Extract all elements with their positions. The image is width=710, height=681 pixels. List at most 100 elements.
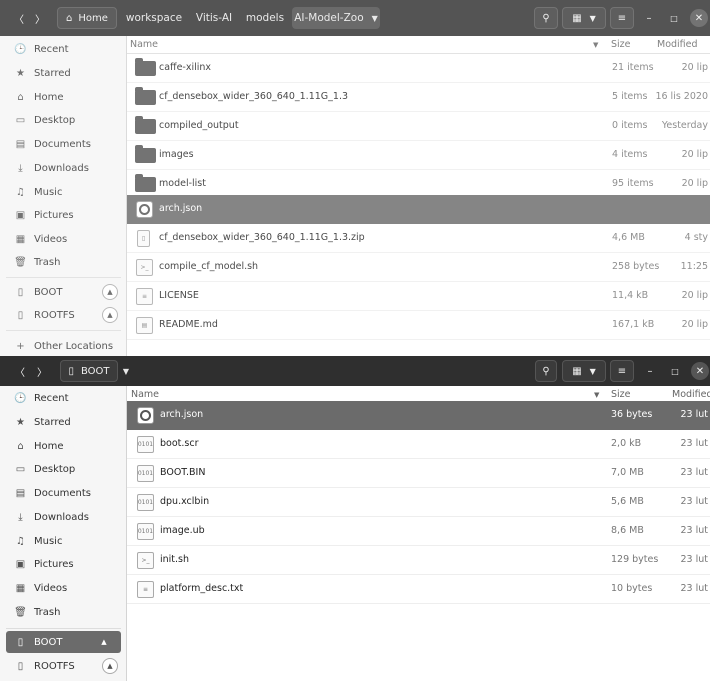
search-icon: ⚲	[542, 365, 550, 377]
sidebar-item-trash[interactable]: 🗑 Trash	[0, 601, 127, 623]
back-button[interactable]: 〈	[9, 7, 29, 29]
file-manager-window-boot: 〈 〉 ▯ BOOT ▼ ⚲ ▦ ▼ ≡ – □ ✕ 🕒 Recent ★ Starre…	[0, 356, 710, 681]
sidebar-divider	[6, 277, 121, 278]
eject-icon[interactable]: ▲	[102, 307, 118, 323]
drive-icon: ▯	[68, 365, 74, 377]
hamburger-icon: ≡	[617, 365, 627, 377]
documents-icon: ▤	[15, 487, 26, 499]
sidebar-item-boot-selected[interactable]: ▯ BOOT ▲	[6, 631, 121, 653]
sort-chevron-icon: ▼	[593, 41, 599, 49]
close-button[interactable]: ✕	[690, 9, 708, 27]
column-name[interactable]: Name	[130, 39, 158, 50]
plus-icon: +	[16, 340, 25, 352]
forward-button[interactable]: 〉	[32, 360, 52, 382]
folder-icon	[135, 116, 156, 134]
sidebar-divider	[6, 330, 121, 331]
minimize-button[interactable]: –	[640, 7, 658, 29]
column-header: Name ▼ Size Modified	[127, 36, 710, 54]
file-row[interactable]: 0101 image.ub 8,6 MB 23 lut	[127, 517, 710, 546]
pictures-icon: ▣	[15, 209, 26, 221]
minimize-button[interactable]: –	[641, 360, 659, 382]
location-boot[interactable]: ▯ BOOT	[60, 360, 118, 382]
search-button[interactable]: ⚲	[534, 7, 558, 29]
sidebar-item-starred[interactable]: ★ Starred	[0, 62, 127, 84]
star-icon: ★	[16, 416, 25, 428]
breadcrumb-ai-model-zoo[interactable]: AI-Model-Zoo ▼	[292, 7, 380, 29]
column-modified[interactable]: Modified	[672, 389, 710, 400]
sidebar-item-home[interactable]: ⌂ Home	[0, 86, 127, 108]
file-row[interactable]: ▯ cf_densebox_wider_360_640_1.11G_1.3.zi…	[127, 224, 710, 253]
file-row[interactable]: 0101 boot.scr 2,0 kB 23 lut	[127, 430, 710, 459]
eject-icon[interactable]: ▲	[96, 634, 112, 650]
file-row[interactable]: ▤ README.md 167,1 kB 20 lip	[127, 311, 710, 340]
sidebar-item-home[interactable]: ⌂ Home	[0, 435, 127, 457]
chevron-down-icon: ▼	[122, 366, 130, 376]
minimize-icon: –	[646, 12, 652, 24]
file-row[interactable]: compiled_output 0 items Yesterday	[127, 112, 710, 141]
sidebar-item-downloads[interactable]: ⤓ Downloads	[0, 506, 127, 528]
breadcrumb-workspace[interactable]: workspace	[124, 7, 184, 29]
breadcrumb-home[interactable]: ⌂ Home	[57, 7, 117, 29]
sidebar-item-rootfs[interactable]: ▯ ROOTFS ▲	[0, 655, 127, 677]
sidebar-item-videos[interactable]: ▦ Videos	[0, 577, 127, 599]
file-row[interactable]: caffe-xilinx 21 items 20 lip	[127, 54, 710, 83]
column-size[interactable]: Size	[611, 389, 631, 400]
sidebar-item-desktop[interactable]: ▭ Desktop	[0, 109, 127, 131]
file-row[interactable]: images 4 items 20 lip	[127, 141, 710, 170]
column-name[interactable]: Name	[131, 389, 159, 400]
maximize-button[interactable]: □	[666, 360, 684, 382]
close-button[interactable]: ✕	[691, 362, 709, 380]
file-row[interactable]: >_ init.sh 129 bytes 23 lut	[127, 546, 710, 575]
eject-icon[interactable]: ▲	[102, 658, 118, 674]
sidebar-item-other-locations[interactable]: + Other Locations	[0, 335, 127, 356]
maximize-button[interactable]: □	[665, 7, 683, 29]
close-icon: ✕	[695, 365, 705, 377]
dropdown-icon: ▼	[371, 13, 378, 23]
column-size[interactable]: Size	[611, 39, 631, 50]
file-row[interactable]: 0101 BOOT.BIN 7,0 MB 23 lut	[127, 459, 710, 488]
location-dropdown[interactable]: ▼	[118, 360, 134, 382]
chevron-down-icon: ▼	[589, 13, 596, 23]
sidebar-item-boot[interactable]: ▯ BOOT ▲	[0, 281, 127, 303]
file-row[interactable]: >_ compile_cf_model.sh 258 bytes 11:25	[127, 253, 710, 282]
view-toggle-button[interactable]: ▦ ▼	[562, 7, 606, 29]
pictures-icon: ▣	[15, 558, 26, 570]
menu-button[interactable]: ≡	[610, 360, 634, 382]
file-row[interactable]: ≡ LICENSE 11,4 kB 20 lip	[127, 282, 710, 311]
file-row[interactable]: ≡ platform_desc.txt 10 bytes 23 lut	[127, 575, 710, 604]
file-row-selected[interactable]: arch.json 36 bytes 23 lut	[127, 401, 710, 430]
search-button[interactable]: ⚲	[535, 360, 557, 382]
sidebar-item-pictures[interactable]: ▣ Pictures	[0, 553, 127, 575]
maximize-icon: □	[670, 13, 678, 23]
file-row-selected[interactable]: arch.json	[127, 195, 710, 224]
breadcrumb-models[interactable]: models	[243, 7, 287, 29]
forward-button[interactable]: 〉	[30, 7, 50, 29]
sidebar-item-music[interactable]: ♫ Music	[0, 181, 127, 203]
sidebar-item-recent[interactable]: 🕒 Recent	[0, 387, 127, 409]
sidebar-item-music[interactable]: ♫ Music	[0, 530, 127, 552]
file-row[interactable]: 0101 dpu.xclbin 5,6 MB 23 lut	[127, 488, 710, 517]
sidebar-item-rootfs[interactable]: ▯ ROOTFS ▲	[0, 304, 127, 326]
menu-button[interactable]: ≡	[610, 7, 634, 29]
sidebar-item-videos[interactable]: ▦ Videos	[0, 228, 127, 250]
json-file-icon	[137, 407, 154, 424]
sidebar-item-documents[interactable]: ▤ Documents	[0, 482, 127, 504]
back-button[interactable]: 〈	[10, 360, 30, 382]
sidebar-item-trash[interactable]: 🗑 Trash	[0, 251, 127, 273]
eject-icon[interactable]: ▲	[102, 284, 118, 300]
sidebar-item-documents[interactable]: ▤ Documents	[0, 133, 127, 155]
sidebar-item-desktop[interactable]: ▭ Desktop	[0, 458, 127, 480]
star-icon: ★	[16, 67, 25, 79]
column-modified[interactable]: Modified	[657, 39, 698, 50]
text-file-icon: ≡	[136, 288, 153, 305]
trash-icon: 🗑	[14, 606, 27, 618]
chevron-down-icon: ▼	[589, 366, 596, 376]
sidebar-item-starred[interactable]: ★ Starred	[0, 411, 127, 433]
file-row[interactable]: cf_densebox_wider_360_640_1.11G_1.3 5 it…	[127, 83, 710, 112]
sidebar-item-pictures[interactable]: ▣ Pictures	[0, 204, 127, 226]
music-icon: ♫	[16, 186, 25, 198]
breadcrumb-vitis-ai[interactable]: Vitis-AI	[188, 7, 240, 29]
sidebar-item-recent[interactable]: 🕒 Recent	[0, 38, 127, 60]
sidebar-item-downloads[interactable]: ⤓ Downloads	[0, 157, 127, 179]
view-toggle-button[interactable]: ▦ ▼	[562, 360, 606, 382]
